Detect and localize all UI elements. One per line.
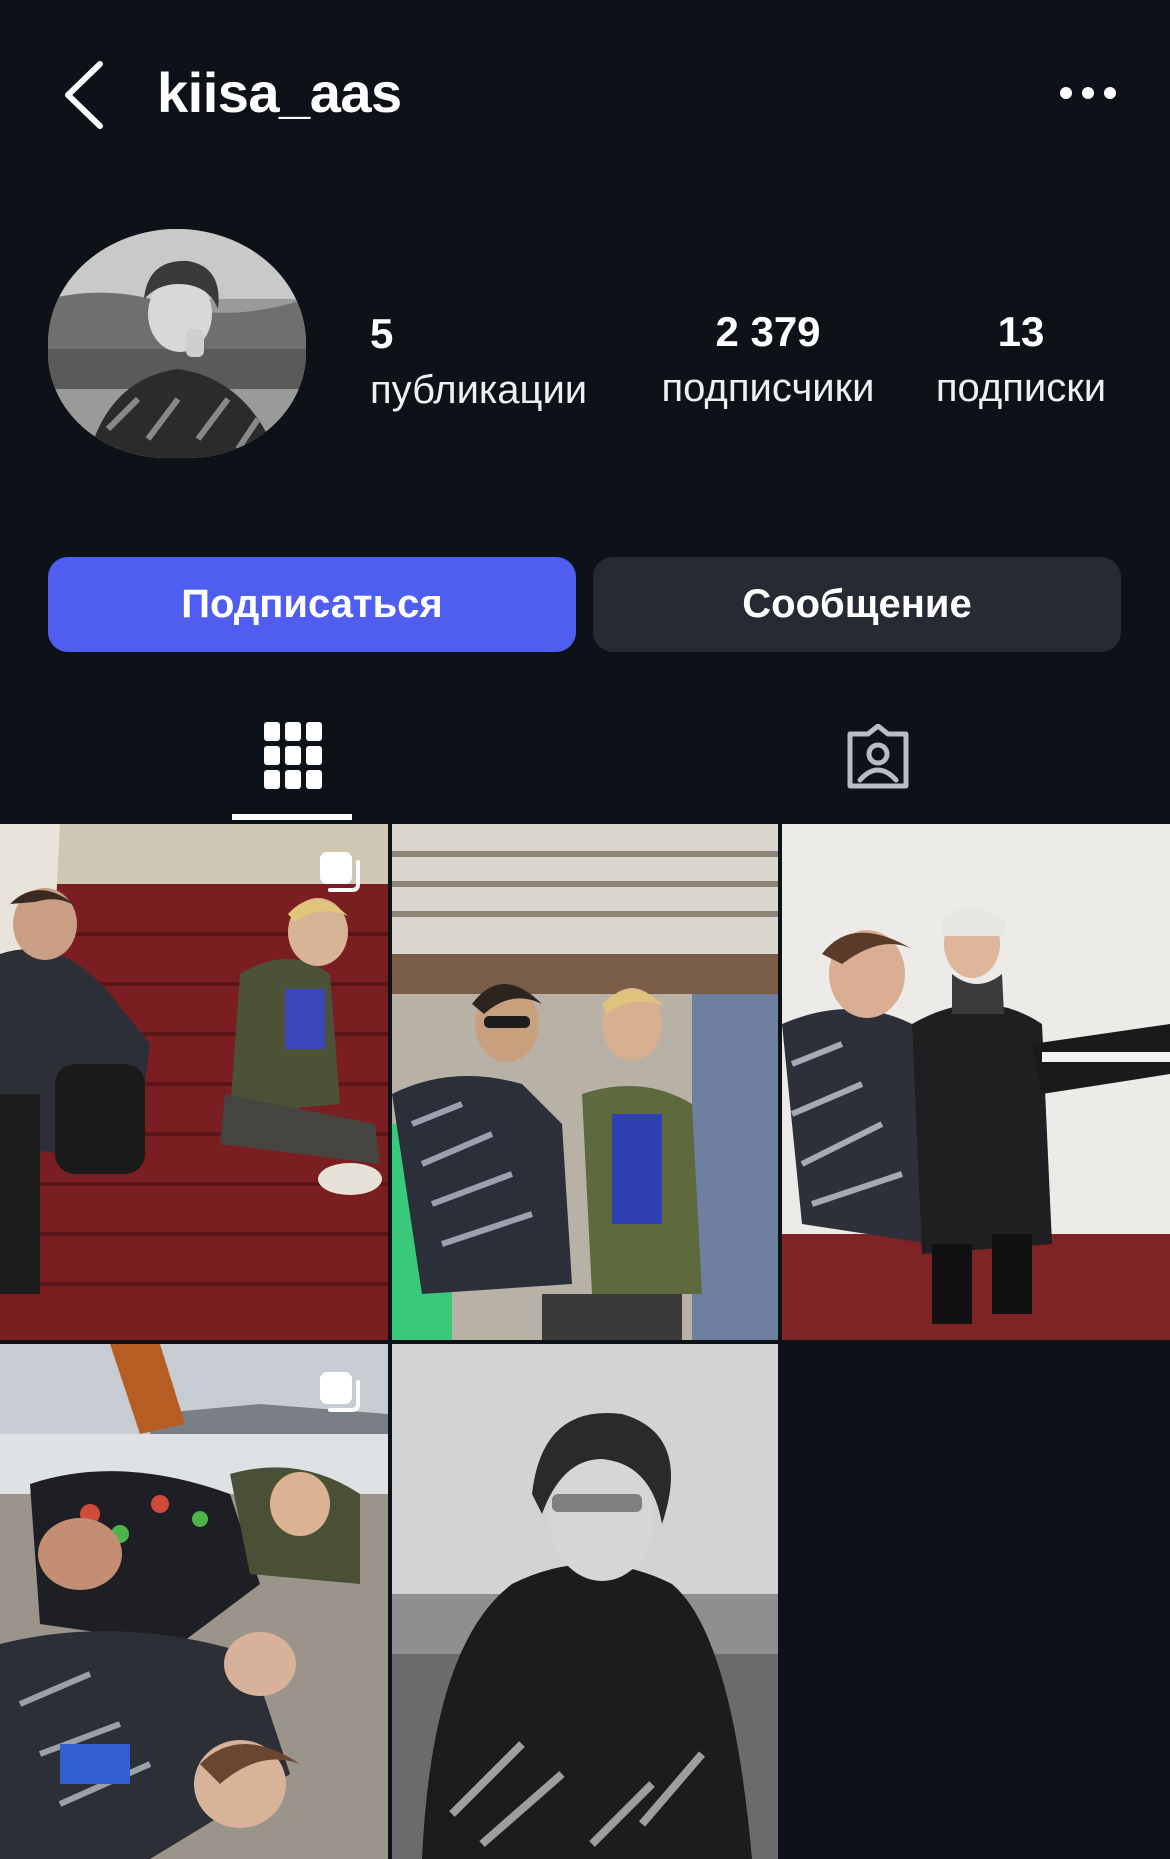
- profile-username: kiisa_aas: [157, 61, 402, 124]
- active-tab-indicator: [232, 814, 352, 820]
- followers-count: 2 379: [715, 308, 821, 355]
- post-thumbnail[interactable]: [392, 1344, 778, 1859]
- follow-button[interactable]: Подписаться: [48, 557, 576, 652]
- multiple-photos-icon: [320, 852, 360, 892]
- post-thumbnail[interactable]: [0, 1344, 388, 1859]
- followers-label: подписчики: [661, 366, 875, 410]
- post-thumbnail[interactable]: [782, 824, 1170, 1340]
- posts-count: 5: [370, 310, 394, 357]
- more-options-icon[interactable]: [1058, 78, 1118, 108]
- followers-stat[interactable]: 2 379 подписчики: [646, 304, 890, 416]
- multiple-photos-icon: [320, 1372, 360, 1412]
- tagged-photos-icon[interactable]: [844, 724, 912, 790]
- following-label: подписки: [935, 366, 1107, 410]
- grid-icon[interactable]: [264, 722, 322, 790]
- message-button[interactable]: Сообщение: [593, 557, 1121, 652]
- back-chevron-icon[interactable]: [62, 60, 106, 130]
- post-thumbnail[interactable]: [392, 824, 778, 1340]
- posts-count-stat: 5 публикации: [370, 306, 587, 418]
- posts-label: публикации: [370, 368, 588, 412]
- following-stat[interactable]: 13 подписки: [926, 304, 1116, 416]
- profile-avatar[interactable]: [48, 229, 306, 458]
- following-count: 13: [997, 308, 1045, 355]
- post-thumbnail[interactable]: [0, 824, 388, 1340]
